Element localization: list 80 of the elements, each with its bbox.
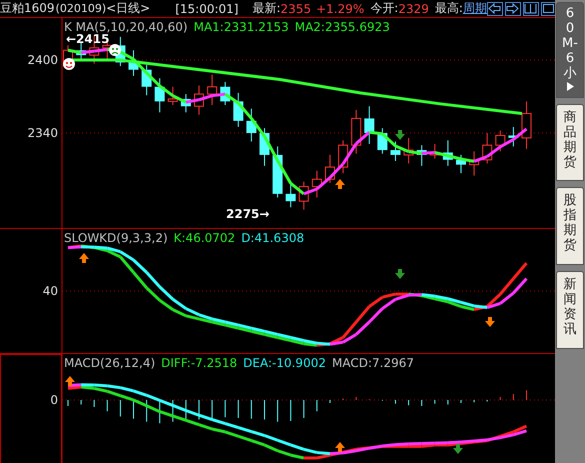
candlestick	[286, 181, 296, 208]
down-arrow-icon	[395, 269, 405, 279]
indicator-legend: MACD:7.2967	[332, 356, 414, 370]
quote-label: 今开:	[370, 0, 398, 17]
candlestick	[364, 106, 374, 144]
down-arrow-icon	[395, 130, 405, 140]
candlestick	[128, 50, 138, 76]
candlestick	[351, 109, 362, 154]
candlestick	[469, 150, 480, 176]
candlestick	[180, 94, 191, 113]
candlestick	[482, 132, 492, 164]
low-price-label: 2275→	[226, 207, 270, 221]
candlestick	[246, 108, 256, 142]
axis-label: 40	[42, 284, 58, 298]
indicator-legend: D:41.6308	[241, 231, 304, 245]
up-arrow-icon	[65, 376, 75, 386]
maximize-button[interactable]	[540, 2, 557, 16]
indicator-legend: K MA(5,10,20,40,60)	[64, 20, 188, 34]
sidebar-tab[interactable]: 新闻资讯	[556, 271, 584, 349]
indicator-legend: MA1:2331.2153	[194, 20, 289, 34]
axis-label: 2340	[27, 126, 58, 140]
candlestick	[442, 140, 453, 166]
sad-face-icon	[109, 44, 121, 56]
quote-label: 最高:	[434, 0, 463, 17]
candlestick	[338, 140, 348, 174]
candlestick	[416, 144, 427, 166]
split-icon	[524, 3, 538, 14]
forward-button[interactable]	[504, 2, 521, 16]
candlestick	[312, 170, 322, 198]
split-view-button[interactable]	[522, 2, 539, 16]
axis-label: 2400	[27, 53, 58, 67]
candlestick	[456, 154, 466, 174]
candlestick	[272, 146, 283, 198]
candlestick	[233, 92, 244, 128]
up-arrow-icon	[335, 442, 345, 452]
candlestick	[325, 154, 335, 184]
smiley-icon	[63, 58, 75, 70]
candlestick	[154, 78, 165, 113]
candlestick	[390, 141, 400, 162]
candlestick	[404, 137, 414, 164]
quote-change: +1.29%	[316, 2, 364, 16]
quote-value: 2329	[398, 2, 429, 16]
indicator-legend: DEA:-10.9002	[243, 356, 326, 370]
indicator-legend: SLOWKD(9,3,3,2)	[64, 231, 168, 245]
candlestick	[495, 130, 506, 152]
candlestick	[508, 126, 518, 147]
right-arrow-icon	[506, 3, 520, 14]
candlestick	[142, 64, 152, 96]
candlestick	[207, 74, 218, 106]
candlestick	[168, 86, 178, 106]
indicator-legend: K:46.0702	[174, 231, 236, 245]
period-link[interactable]: 周期	[462, 0, 487, 17]
candlestick	[260, 128, 270, 166]
quote-time: [15:00:01]	[175, 2, 238, 16]
back-button[interactable]	[486, 2, 503, 16]
candlestick	[298, 181, 309, 210]
down-arrow-icon	[453, 444, 463, 454]
maximize-icon	[542, 3, 556, 14]
symbol-code: (020109)	[56, 2, 106, 15]
play-icon	[566, 82, 574, 91]
candlestick	[220, 81, 230, 106]
candlestick	[430, 143, 440, 160]
sidebar-tab[interactable]: 商品期货	[556, 104, 584, 182]
axis-label: 0	[50, 393, 58, 407]
quote-value: 2355	[280, 2, 312, 16]
up-arrow-icon	[79, 253, 89, 263]
candlestick	[194, 85, 204, 116]
left-arrow-icon	[488, 3, 502, 14]
indicator-legend: MACD(26,12,4)	[64, 356, 156, 370]
candlestick	[377, 128, 388, 154]
up-arrow-icon	[335, 179, 345, 189]
sidebar-tab[interactable]: 股指期货	[556, 187, 584, 266]
symbol-name: 豆粕1609	[0, 0, 55, 17]
down-arrow-icon	[485, 317, 495, 327]
quote-label: 最新:	[252, 0, 281, 17]
period-label: <日线>	[106, 0, 150, 17]
indicator-legend: MA2:2355.6923	[294, 20, 390, 34]
indicator-legend: DIFF:-7.2518	[161, 356, 238, 370]
candlestick	[522, 100, 532, 150]
sidebar-tab[interactable]: 60M-6小	[556, 2, 584, 98]
